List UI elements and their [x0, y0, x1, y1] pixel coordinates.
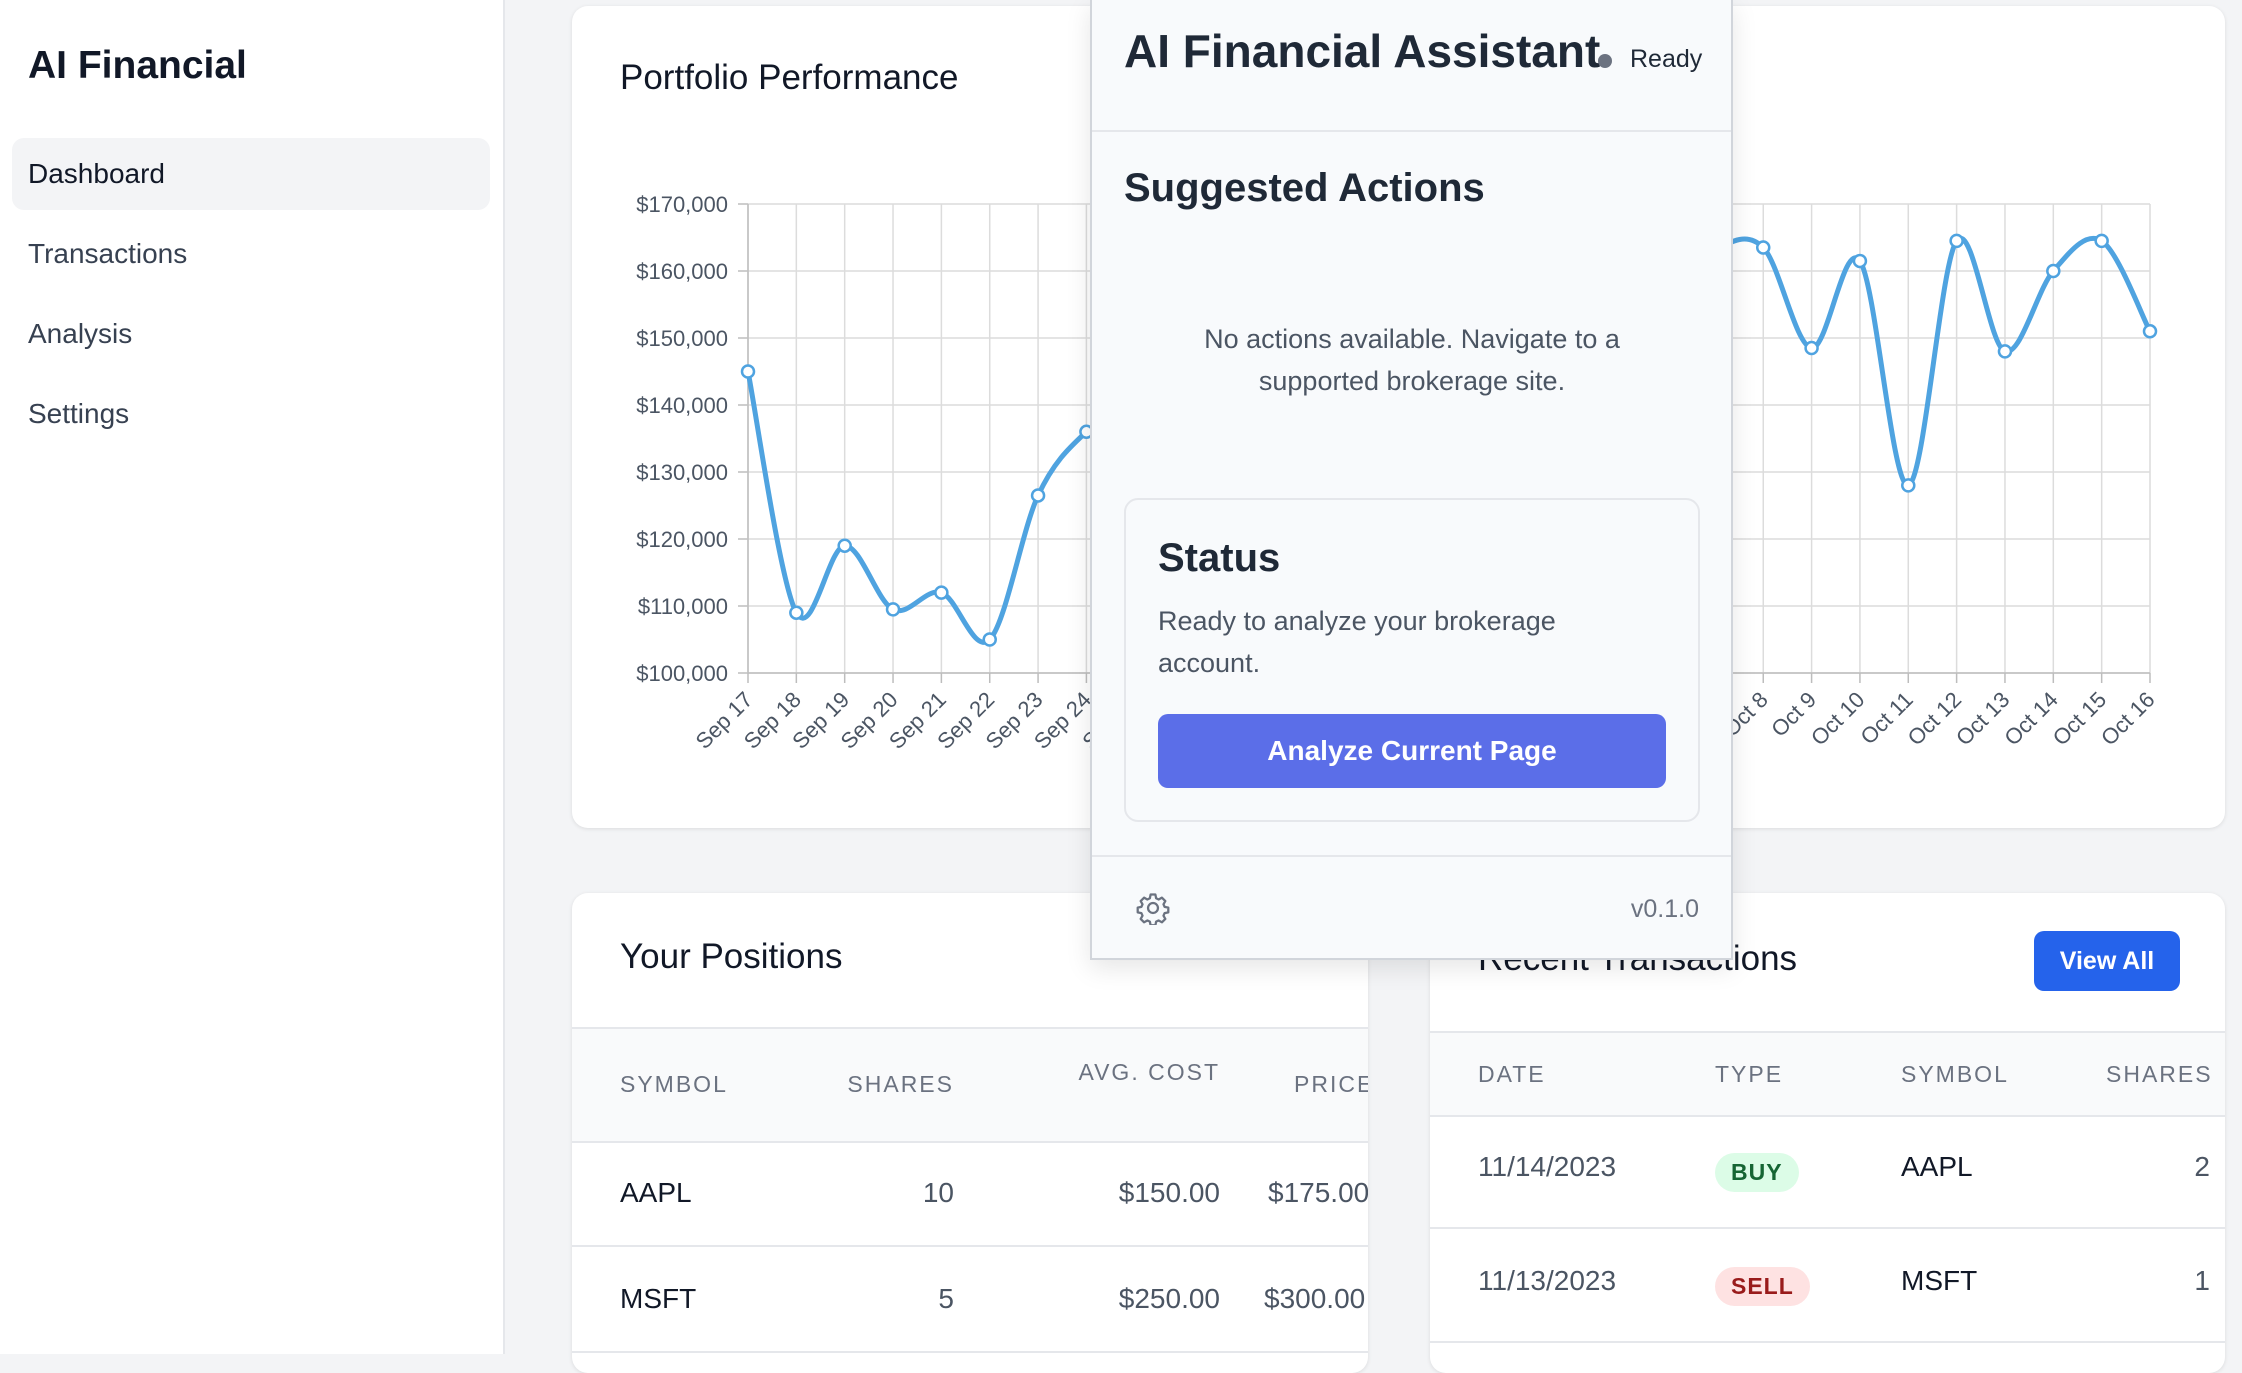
- data-point: [1901, 478, 1916, 493]
- column-header-symbol: SYMBOL: [1901, 1061, 2009, 1087]
- sidebar: AI Financial Dashboard Transactions Anal…: [0, 0, 505, 1354]
- cell-avg-cost: $150.00: [1118, 1177, 1220, 1208]
- analyze-current-page-button[interactable]: Analyze Current Page: [1158, 714, 1666, 788]
- cell-date: 11/13/2023: [1478, 1265, 1617, 1296]
- assistant-status-text: Ready: [1630, 45, 1703, 73]
- y-tick-label: $140,000: [636, 393, 728, 418]
- cell-price: $300.00: [1264, 1283, 1366, 1314]
- assistant-header: AI Financial Assistant Ready: [1092, 0, 1731, 132]
- table-row[interactable]: AAPL 10 $150.00 $175.00: [572, 1141, 1368, 1247]
- column-header-price: PRICE: [1294, 1071, 1368, 1097]
- table-row[interactable]: 11/14/2023 BUY AAPL 2: [1430, 1115, 2225, 1229]
- cell-avg-cost: $250.00: [1118, 1283, 1220, 1314]
- sidebar-nav: Dashboard Transactions Analysis Settings: [12, 138, 490, 458]
- data-point: [2142, 324, 2158, 339]
- cell-shares: 2: [2194, 1151, 2210, 1182]
- table-row[interactable]: MSFT 5 $250.00 $300.00: [572, 1247, 1368, 1353]
- cell-date: 11/14/2023: [1478, 1151, 1617, 1182]
- positions-card: Your Positions SYMBOL SHARES AVG. COST P…: [572, 893, 1368, 1373]
- y-tick-label: $150,000: [636, 326, 728, 351]
- data-point: [789, 605, 804, 620]
- cell-symbol: AAPL: [1901, 1151, 1973, 1182]
- assistant-title: AI Financial Assistant: [1124, 25, 1601, 77]
- recent-transactions-card: Recent Transactions View All DATE TYPE S…: [1430, 893, 2225, 1373]
- data-point: [2094, 233, 2109, 249]
- column-header-type: TYPE: [1715, 1061, 1784, 1087]
- data-point: [837, 538, 852, 553]
- positions-table-header: SYMBOL SHARES AVG. COST PRICE: [572, 1027, 1368, 1143]
- type-badge-buy: BUY: [1715, 1153, 1799, 1192]
- sidebar-item-settings[interactable]: Settings: [12, 378, 490, 450]
- status-panel-title: Status: [1158, 536, 1281, 580]
- status-panel: Status Ready to analyze your brokerage a…: [1124, 498, 1700, 822]
- y-tick-label: $160,000: [636, 259, 728, 284]
- suggested-actions-title: Suggested Actions: [1124, 166, 1485, 210]
- data-point: [740, 364, 756, 379]
- transactions-table-header: DATE TYPE SYMBOL SHARES: [1430, 1031, 2225, 1117]
- cell-shares: 10: [922, 1177, 954, 1208]
- column-header-avg-cost: AVG. COST: [1078, 1059, 1220, 1085]
- sidebar-item-dashboard[interactable]: Dashboard: [12, 138, 490, 210]
- data-point: [1949, 233, 1964, 249]
- table-row[interactable]: 11/13/2023 SELL MSFT 1: [1430, 1229, 2225, 1343]
- x-tick-label: Oct 10: [1806, 687, 1870, 751]
- gear-icon[interactable]: [1136, 891, 1170, 925]
- y-tick-label: $110,000: [638, 594, 728, 619]
- positions-title: Your Positions: [620, 937, 843, 976]
- column-header-shares: SHARES: [2106, 1061, 2213, 1087]
- cell-symbol: MSFT: [620, 1283, 697, 1314]
- column-header-date: DATE: [1478, 1061, 1546, 1087]
- cell-shares: 5: [938, 1283, 954, 1314]
- y-tick-label: $120,000: [636, 527, 728, 552]
- data-point: [1997, 344, 2013, 359]
- cell-price: $175.00: [1268, 1177, 1368, 1208]
- no-actions-message: No actions available. Navigate to a supp…: [1204, 324, 1620, 396]
- sidebar-item-transactions[interactable]: Transactions: [12, 218, 490, 290]
- x-tick-label: Oct 12: [1903, 687, 1967, 751]
- data-point: [934, 585, 949, 600]
- x-tick-label: Oct 16: [2096, 687, 2160, 751]
- view-all-button[interactable]: View All: [2034, 931, 2180, 991]
- version-label: v0.1.0: [1630, 895, 1699, 923]
- ai-assistant-popup: AI Financial Assistant Ready Suggested A…: [1090, 0, 1733, 960]
- y-tick-label: $100,000: [636, 661, 728, 686]
- y-tick-label: $170,000: [636, 192, 728, 217]
- data-point: [2046, 263, 2061, 279]
- status-panel-description: Ready to analyze your brokerage account.: [1158, 606, 1556, 678]
- x-tick-label: Oct 13: [1951, 687, 2015, 751]
- data-point: [885, 602, 901, 617]
- cell-symbol: MSFT: [1901, 1265, 1978, 1296]
- cell-shares: 1: [2194, 1265, 2210, 1296]
- x-tick-label: Oct 15: [2048, 687, 2112, 751]
- type-badge-sell: SELL: [1715, 1267, 1810, 1306]
- data-point: [1804, 340, 1819, 356]
- status-indicator-dot: [1598, 54, 1612, 68]
- y-tick-label: $130,000: [636, 460, 728, 485]
- cell-symbol: AAPL: [620, 1177, 692, 1208]
- x-tick-label: Oct 14: [1999, 687, 2063, 751]
- column-header-symbol: SYMBOL: [620, 1071, 728, 1097]
- data-point: [1030, 488, 1046, 503]
- app-brand: AI Financial: [28, 44, 247, 87]
- assistant-footer: v0.1.0: [1092, 855, 1731, 962]
- column-header-shares: SHARES: [847, 1071, 954, 1097]
- data-point: [1755, 240, 1771, 255]
- sidebar-item-analysis[interactable]: Analysis: [12, 298, 490, 370]
- data-point: [1852, 253, 1868, 269]
- data-point: [982, 632, 997, 647]
